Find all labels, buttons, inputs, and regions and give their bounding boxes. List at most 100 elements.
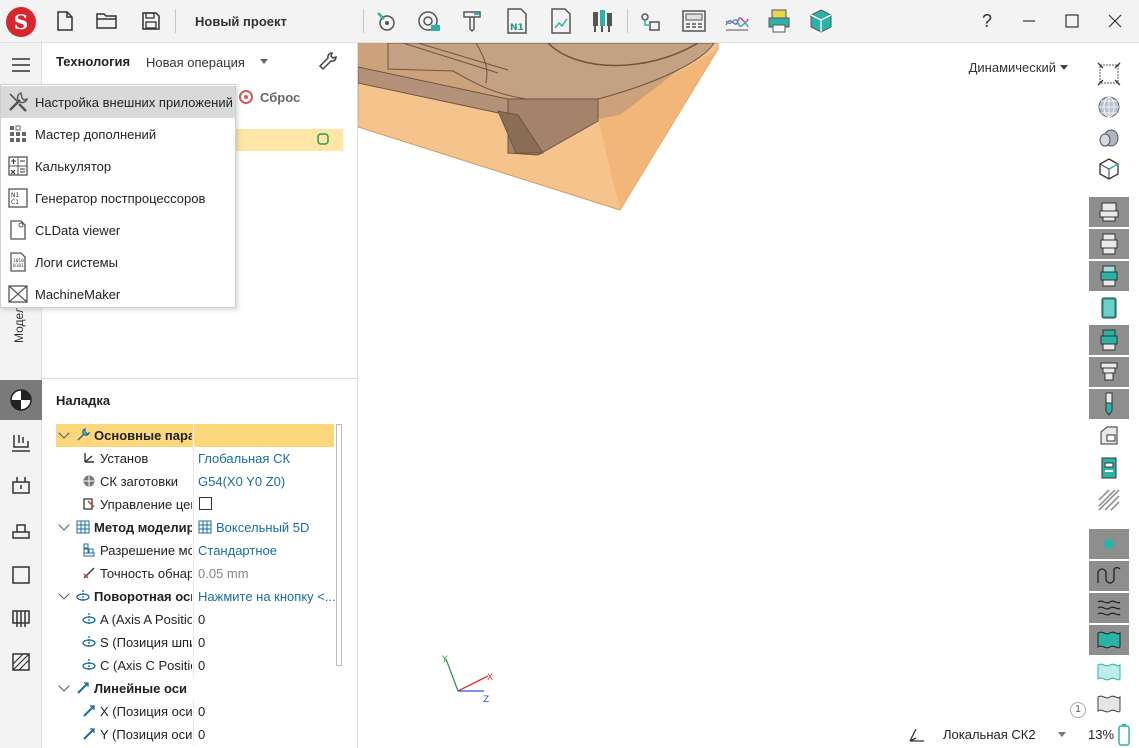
minimize-button[interactable] [1014, 6, 1044, 36]
property-group-linear-axes[interactable]: Линейные оси [56, 677, 334, 700]
property-row-axis-c[interactable]: C (Axis C Positio 0 [56, 654, 334, 677]
property-row-axis-a[interactable]: A (Axis A Positio 0 [56, 608, 334, 631]
wrench-icon[interactable] [318, 51, 340, 73]
property-row-resolution[interactable]: Разрешение мо Стандартное [56, 539, 334, 562]
clamp-icon[interactable] [5, 603, 37, 635]
tool-library-icon[interactable] [588, 6, 618, 36]
magnet-tool-icon[interactable] [371, 6, 401, 36]
notification-badge[interactable]: 1 [1070, 702, 1086, 718]
camera-tool-icon[interactable] [414, 6, 444, 36]
property-group-rotary-axis[interactable]: Поворотная ось Нажмите на кнопку <... [56, 585, 336, 608]
tool-holder-4-icon[interactable] [1089, 293, 1129, 323]
chevron-down-icon[interactable] [58, 519, 70, 531]
view-mode-dropdown[interactable]: Динамический [969, 60, 1068, 75]
property-group-main[interactable]: Основные парам [56, 424, 334, 447]
property-row-axis-y[interactable]: Y (Позиция оси 0 [56, 723, 334, 746]
3d-viewport[interactable]: Динамический Y X Z Локальная СК2 [358, 43, 1088, 748]
property-value[interactable]: G54(X0 Y0 Z0) [198, 474, 338, 489]
save-icon[interactable] [136, 6, 166, 36]
property-value[interactable]: Глобальная СК [198, 451, 338, 466]
surface-fill-icon[interactable] [1089, 625, 1129, 655]
property-row-setup[interactable]: Установ Глобальная СК [56, 447, 334, 470]
tool-holder-1-icon[interactable] [1089, 197, 1129, 227]
property-row-axis-x[interactable]: X (Позиция оси 0 [56, 700, 334, 723]
property-value[interactable]: Воксельный 5D [216, 520, 342, 535]
property-value[interactable]: 0 [198, 704, 338, 719]
tool-holder-2-icon[interactable] [1089, 229, 1129, 259]
surface-outline-icon[interactable] [1089, 657, 1129, 687]
setup-tab-icon[interactable] [0, 380, 42, 420]
property-row-center-control[interactable]: Управление цен [56, 493, 334, 516]
new-operation-dropdown[interactable]: Новая операция [146, 55, 245, 70]
menu-item-postprocessor-generator[interactable]: N1 C1 Генератор постпроцессоров [1, 182, 235, 214]
surface-lines-icon[interactable] [1089, 593, 1129, 623]
tool-holder-6-icon[interactable] [1089, 357, 1129, 387]
tool-holder-5-icon[interactable] [1089, 325, 1129, 355]
rotary-axis-icon [76, 590, 90, 602]
nc-program-icon[interactable]: N1 [502, 6, 532, 36]
reset-button[interactable]: Сброс [238, 89, 300, 105]
chevron-down-icon[interactable] [1060, 65, 1068, 70]
close-button[interactable] [1100, 6, 1130, 36]
fixture-icon[interactable] [5, 427, 37, 459]
package-icon[interactable] [806, 6, 836, 36]
chevron-down-icon[interactable] [58, 680, 70, 692]
menu-item-cldata-viewer[interactable]: CLData viewer [1, 214, 235, 246]
property-grid-scrollbar[interactable] [336, 424, 342, 666]
vise-icon[interactable] [1089, 453, 1129, 483]
new-file-icon[interactable] [50, 6, 80, 36]
cylinder-view-icon[interactable] [1089, 123, 1129, 153]
postprocessor-icon[interactable] [636, 6, 666, 36]
cube-view-icon[interactable] [1089, 154, 1129, 184]
menu-item-addons-master[interactable]: Мастер дополнений [1, 118, 235, 150]
selected-operation-row[interactable] [235, 129, 343, 151]
property-value[interactable]: 0.05 mm [198, 566, 338, 581]
property-row-stock-cs[interactable]: СК заготовки G54(X0 Y0 Z0) [56, 470, 334, 493]
menu-item-machinemaker[interactable]: MachineMaker [1, 278, 235, 310]
chevron-down-icon[interactable] [58, 588, 70, 600]
machine-head-icon[interactable] [1089, 421, 1129, 451]
point-toolpath-icon[interactable] [1089, 529, 1129, 559]
property-group-modeling-method[interactable]: Метод моделир Воксельный 5D [56, 516, 334, 539]
property-value[interactable]: 0 [198, 658, 338, 673]
property-row-detection-accuracy[interactable]: Точность обнар 0.05 mm [56, 562, 334, 585]
menu-item-system-logs[interactable]: 1010 0101 Логи системы [1, 246, 235, 278]
surface-grey-icon[interactable] [1089, 689, 1129, 719]
tool-holder-3-icon[interactable] [1089, 261, 1129, 291]
part-icon[interactable] [5, 515, 37, 547]
workpiece-icon[interactable] [5, 470, 37, 502]
spindle-icon[interactable] [457, 6, 487, 36]
property-value[interactable]: Нажмите на кнопку <... [198, 589, 338, 604]
maximize-button[interactable] [1057, 6, 1087, 36]
property-value[interactable]: 0 [198, 612, 338, 627]
property-value[interactable]: Стандартное [198, 543, 338, 558]
app-logo-icon[interactable]: S [6, 7, 36, 37]
machine-control-icon[interactable] [679, 6, 709, 36]
stock-icon[interactable] [5, 559, 37, 591]
coordinate-system-dropdown[interactable]: Локальная СК2 [943, 727, 1036, 742]
chevron-down-icon[interactable] [1058, 732, 1066, 737]
menu-item-external-apps-settings[interactable]: Настройка внешних приложений [1, 86, 235, 118]
chevron-down-icon[interactable] [58, 427, 70, 439]
report-icon[interactable] [546, 6, 576, 36]
wave-toolpath-icon[interactable] [1089, 561, 1129, 591]
hatch-icon[interactable] [5, 646, 37, 678]
printer-icon[interactable] [764, 6, 794, 36]
chevron-down-icon[interactable] [260, 59, 268, 64]
property-value[interactable]: 0 [198, 727, 338, 742]
property-value[interactable]: 0 [198, 635, 338, 650]
stripes-icon[interactable] [1089, 485, 1129, 515]
curve-icon[interactable] [722, 6, 752, 36]
property-row-spindle-position[interactable]: S (Позиция шпи 0 [56, 631, 334, 654]
help-button[interactable]: ? [972, 6, 1002, 36]
cutting-tool-icon[interactable] [1089, 389, 1129, 419]
property-name: Установ [100, 451, 149, 466]
center-control-checkbox[interactable] [199, 497, 212, 510]
open-folder-icon[interactable] [92, 6, 122, 36]
menu-item-calculator[interactable]: Калькулятор [1, 150, 235, 182]
sphere-view-icon[interactable] [1089, 92, 1129, 122]
workpiece-model[interactable] [358, 43, 1088, 748]
property-name: Поворотная ось [94, 589, 192, 604]
hamburger-menu-icon[interactable] [5, 49, 37, 81]
fit-view-icon[interactable] [1089, 59, 1129, 89]
